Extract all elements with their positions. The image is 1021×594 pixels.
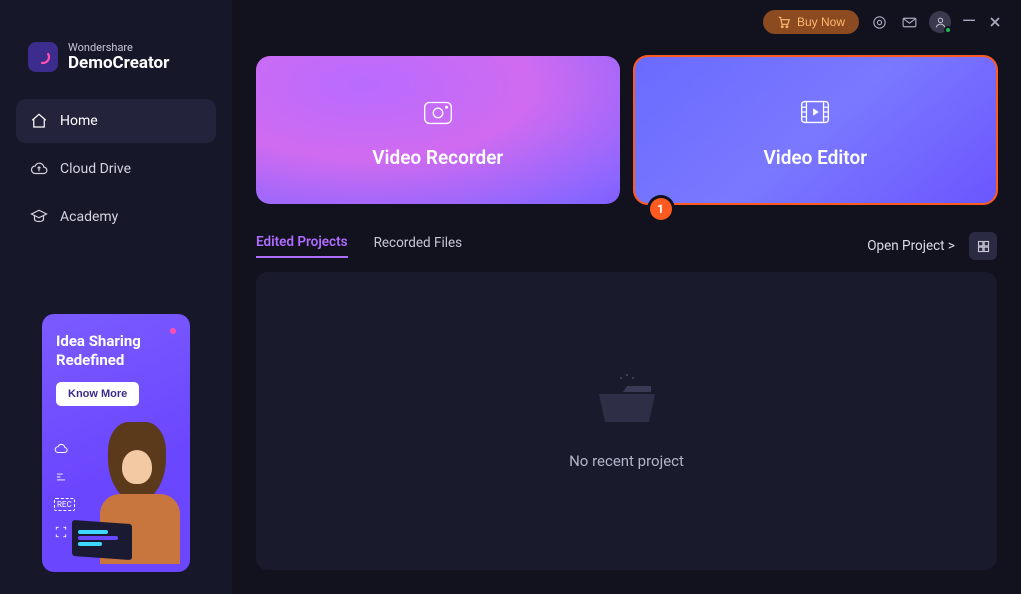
promo-card[interactable]: Idea Sharing Redefined Know More REC — [42, 314, 190, 572]
academy-icon — [30, 208, 48, 226]
tab-recorded-files[interactable]: Recorded Files — [374, 235, 463, 257]
projects-area: No recent project — [256, 272, 997, 570]
promo-title-line1: Idea Sharing — [56, 332, 176, 351]
video-recorder-label: Video Recorder — [372, 146, 503, 169]
cloud-upload-icon — [30, 160, 48, 178]
buy-now-button[interactable]: Buy Now — [763, 10, 859, 34]
status-online-dot — [944, 26, 952, 34]
film-play-icon — [795, 92, 835, 132]
settings-icon[interactable] — [869, 12, 889, 32]
empty-folder-icon — [593, 372, 661, 432]
brand-product: DemoCreator — [68, 54, 169, 73]
cloud-icon — [54, 442, 68, 456]
cart-icon — [777, 15, 791, 29]
empty-state-message: No recent project — [569, 452, 684, 470]
sidebar-item-label: Academy — [60, 209, 118, 225]
projects-tab-row: Edited Projects Recorded Files Open Proj… — [256, 232, 997, 260]
sidebar-item-label: Home — [60, 113, 98, 129]
window-minimize-button[interactable]: — — [961, 18, 977, 26]
sidebar-item-home[interactable]: Home — [16, 99, 216, 143]
app-logo: Wondershare DemoCreator — [28, 42, 216, 73]
view-grid-toggle[interactable] — [969, 232, 997, 260]
video-recorder-card[interactable]: Video Recorder — [256, 56, 620, 204]
titlebar: Buy Now — — [232, 0, 1021, 44]
video-editor-step-badge: 1 — [650, 198, 672, 220]
sidebar-item-academy[interactable]: Academy — [16, 195, 216, 239]
promo-title-line2: Redefined — [56, 351, 176, 370]
rec-icon: REC — [54, 498, 75, 511]
buy-now-label: Buy Now — [797, 15, 845, 29]
sidebar: Wondershare DemoCreator Home Cloud Drive… — [0, 0, 232, 594]
sidebar-item-label: Cloud Drive — [60, 161, 131, 177]
mail-icon[interactable] — [899, 12, 919, 32]
home-icon — [30, 112, 48, 130]
logo-mark-icon — [28, 42, 58, 72]
camera-record-icon — [418, 92, 458, 132]
video-editor-card[interactable]: Video Editor 1 — [634, 56, 998, 204]
content: Video Recorder Video Editor 1 Edited Pro… — [232, 44, 1021, 594]
account-avatar[interactable] — [929, 11, 951, 33]
mode-cards-row: Video Recorder Video Editor 1 — [256, 56, 997, 204]
promo-know-more-button[interactable]: Know More — [56, 382, 139, 406]
promo-illustration — [80, 422, 190, 572]
video-editor-label: Video Editor — [763, 146, 867, 169]
open-project-link[interactable]: Open Project > — [867, 238, 955, 254]
grid-icon — [976, 239, 991, 254]
promo-indicator-dot — [170, 328, 176, 334]
window-close-button[interactable] — [987, 13, 1003, 32]
tab-edited-projects[interactable]: Edited Projects — [256, 234, 348, 258]
main-area: Buy Now — Video Recorder — [232, 0, 1021, 594]
sliders-icon — [54, 470, 68, 484]
sidebar-item-cloud-drive[interactable]: Cloud Drive — [16, 147, 216, 191]
